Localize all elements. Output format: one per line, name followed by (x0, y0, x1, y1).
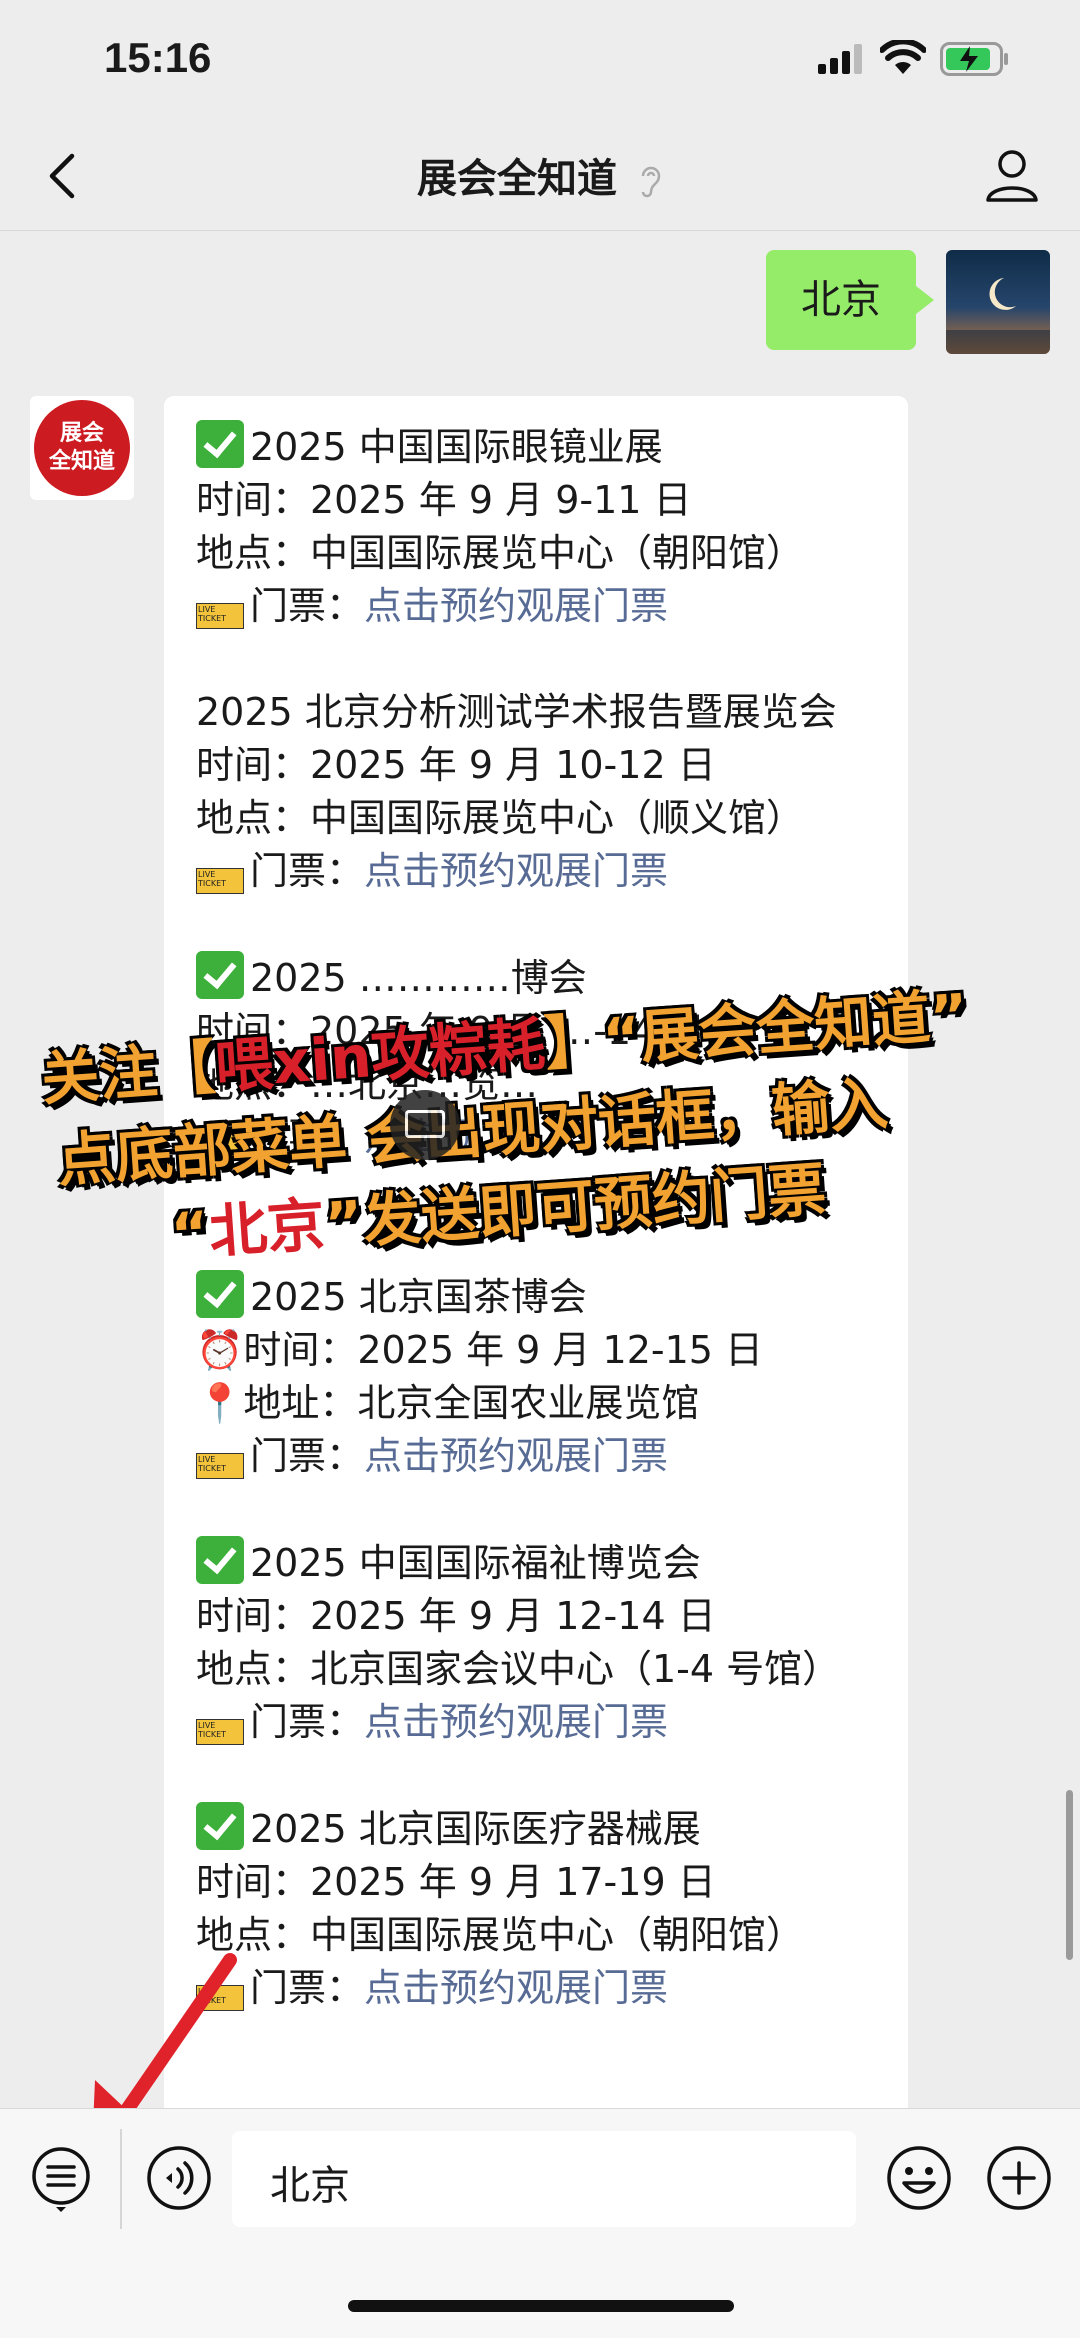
plus-icon[interactable] (984, 2143, 1054, 2213)
annotation-arrow-circle (92, 1953, 528, 2246)
message-input[interactable]: 北京 (232, 2131, 856, 2227)
message-input-value: 北京 (270, 2163, 350, 2209)
home-indicator[interactable] (348, 2300, 734, 2312)
divider (120, 2129, 122, 2229)
emoji-icon[interactable] (884, 2143, 954, 2213)
voice-input-icon[interactable] (144, 2143, 214, 2213)
menu-list-icon[interactable] (26, 2143, 96, 2213)
